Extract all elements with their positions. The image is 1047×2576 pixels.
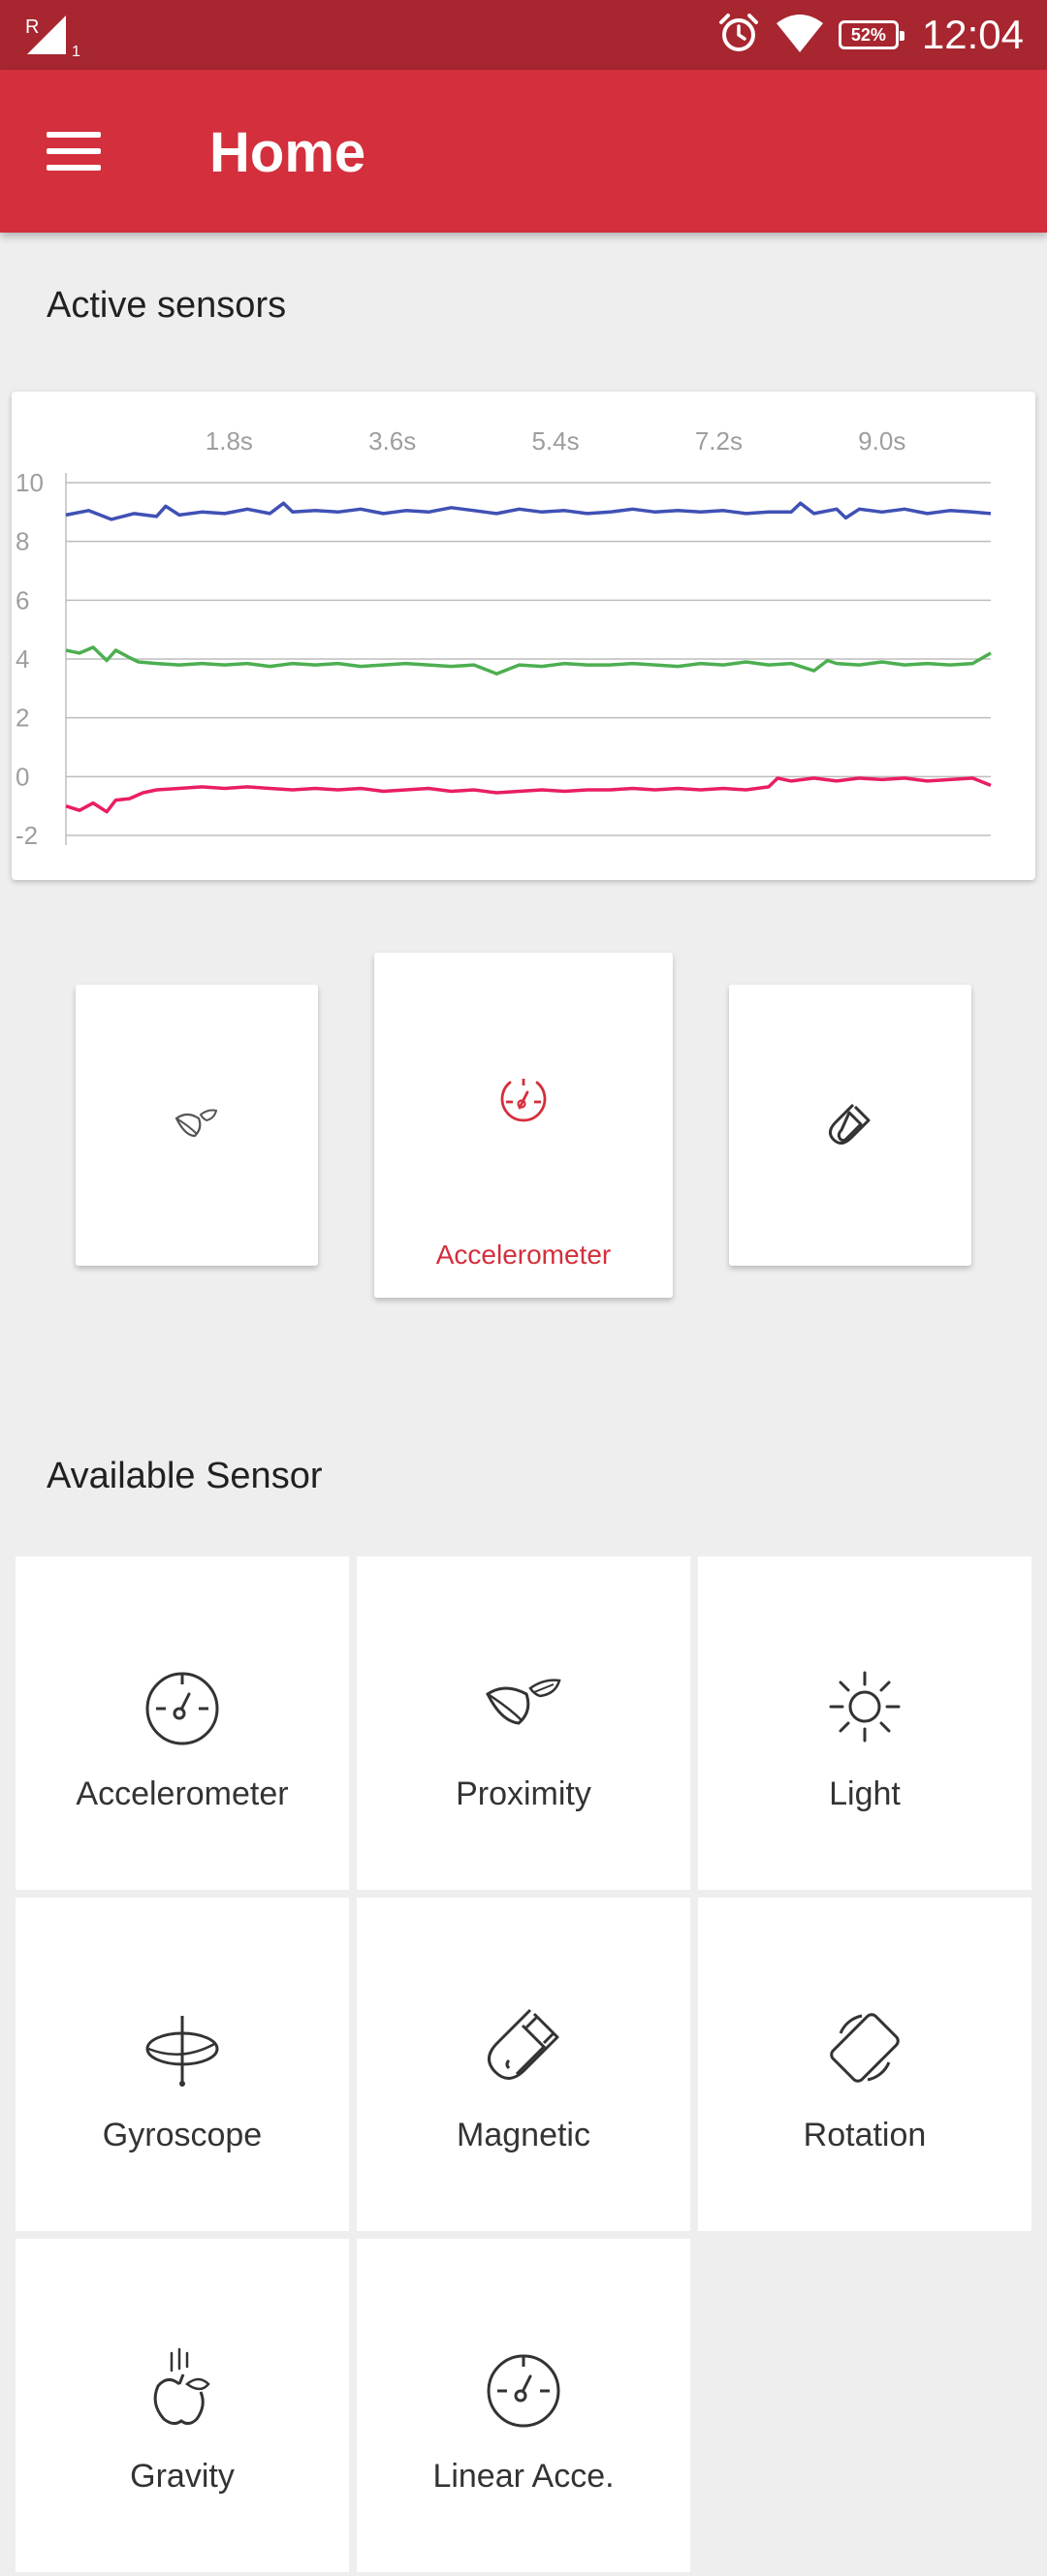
- speedometer-icon: [139, 1663, 226, 1750]
- sensor-tile-gravity[interactable]: Gravity: [16, 2239, 349, 2572]
- sensor-tile-label: Rotation: [803, 2117, 927, 2153]
- chart-y-tick-label: 4: [16, 644, 29, 674]
- sensor-tile-rotation[interactable]: Rotation: [698, 1898, 1031, 2231]
- active-sensors-heading: Active sensors: [47, 285, 287, 326]
- chart-y-tick-label: 2: [16, 704, 29, 733]
- sensor-tile-light[interactable]: Light: [698, 1556, 1031, 1890]
- chart-x-tick-label: 7.2s: [695, 426, 743, 456]
- sensor-tile-label: Proximity: [456, 1775, 591, 1812]
- chart-x-tick-label: 5.4s: [531, 426, 579, 456]
- status-bar: R 1 52% 12:04: [0, 0, 1047, 70]
- magnet-icon: [480, 2004, 567, 2091]
- sensor-tile-label: Light: [829, 1775, 901, 1812]
- screen-rotation-icon: [821, 2004, 908, 2091]
- active-card-accelerometer[interactable]: Accelerometer: [374, 953, 673, 1298]
- chart-y-tick-label: 10: [16, 468, 44, 497]
- chart-series-line-1: [65, 501, 992, 521]
- magnet-icon: [826, 1101, 874, 1154]
- chart-y-tick-label: -2: [16, 821, 38, 850]
- chart-y-tick-label: 6: [16, 585, 29, 614]
- sensor-chart: 10 8 6 4 2 0 -2 1.8s 3.6s 5.4s 7.2s 9.0s: [12, 392, 1035, 880]
- sensor-tile-gyroscope[interactable]: Gyroscope: [16, 1898, 349, 2231]
- available-sensors-heading: Available Sensor: [47, 1456, 323, 1496]
- app-bar: Home: [0, 70, 1047, 233]
- sim-label: 1: [72, 44, 80, 60]
- sensor-chart-svg: 10 8 6 4 2 0 -2 1.8s 3.6s 5.4s 7.2s 9.0s: [16, 426, 992, 850]
- active-card-label: Accelerometer: [435, 1240, 612, 1270]
- battery-indicator: 52%: [838, 20, 904, 49]
- leaf-icon: [480, 1663, 567, 1750]
- sensor-tile-proximity[interactable]: Proximity: [357, 1556, 690, 1890]
- wifi-icon: [775, 12, 825, 59]
- sun-icon: [821, 1663, 908, 1750]
- page-title: Home: [209, 121, 366, 184]
- chart-x-tick-label: 9.0s: [858, 426, 905, 456]
- sensor-tile-label: Gyroscope: [102, 2117, 263, 2153]
- chart-series-line-3: [65, 776, 992, 814]
- speedometer-icon: [480, 2345, 567, 2433]
- active-card-proximity[interactable]: [76, 985, 318, 1266]
- chart-x-tick-label: 1.8s: [206, 426, 253, 456]
- sensor-tile-label: Magnetic: [457, 2117, 590, 2153]
- sensor-tile-magnetic[interactable]: Magnetic: [357, 1898, 690, 2231]
- sensor-tile-label: Gravity: [130, 2458, 235, 2495]
- network-label: R: [25, 16, 39, 38]
- sensor-tile-linear-acceleration[interactable]: Linear Acce.: [357, 2239, 690, 2572]
- signal-icon: R 1: [23, 12, 91, 65]
- speedometer-icon: [498, 1075, 549, 1130]
- chart-y-tick-label: 8: [16, 527, 29, 556]
- sensor-tile-label: Linear Acce.: [432, 2458, 615, 2495]
- hamburger-menu-icon[interactable]: [47, 122, 116, 180]
- status-time: 12:04: [921, 12, 1024, 57]
- chart-series-line-2: [65, 645, 992, 675]
- gyroscope-icon: [139, 2004, 226, 2091]
- sensor-tile-accelerometer[interactable]: Accelerometer: [16, 1556, 349, 1890]
- chart-y-tick-label: 0: [16, 762, 29, 791]
- alarm-icon: [716, 11, 761, 60]
- falling-apple-icon: [139, 2345, 226, 2433]
- chart-x-tick-label: 3.6s: [368, 426, 416, 456]
- leaf-icon: [174, 1105, 220, 1148]
- active-card-magnetic[interactable]: [729, 985, 971, 1266]
- sensor-tile-label: Accelerometer: [76, 1775, 289, 1812]
